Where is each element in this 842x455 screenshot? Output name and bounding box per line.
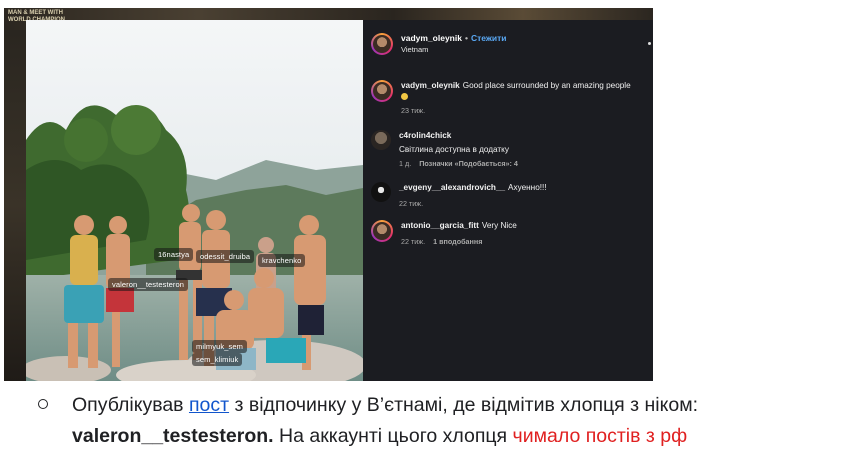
- bullet-circle-icon: [38, 399, 48, 409]
- screenshot: MAN & MEET WITH WORLD CHAMPION: [4, 8, 653, 381]
- smile-emoji-icon: [401, 93, 408, 100]
- post-link[interactable]: пост: [189, 394, 229, 416]
- comment-item: antonio__garcia_fitt Very Nice 22 тиж. 1 в…: [371, 220, 653, 246]
- bullet-paragraph-continuation: valeron__testesteron. На аккаунті цього …: [72, 423, 687, 450]
- comment-text: Good place surrounded by an amazing peop…: [462, 81, 631, 90]
- separator-dot: •: [464, 33, 468, 43]
- post-header: vadym_oleynik • Стежити Vietnam: [371, 33, 507, 55]
- post-sidebar: vadym_oleynik • Стежити Vietnam vadym_oley…: [363, 20, 653, 381]
- comment-text: Світлина доступна в додатку: [399, 145, 509, 154]
- comment-text: Ахуенно!!!: [508, 183, 547, 192]
- photo-tag[interactable]: sem_klimiuk: [192, 353, 243, 366]
- post-photo[interactable]: 16nastya odessit_druiba kravchenko valer…: [26, 20, 363, 381]
- highlight-text: чимало постів з рф: [512, 425, 688, 447]
- avatar[interactable]: [371, 220, 393, 242]
- avatar[interactable]: [371, 33, 393, 55]
- heart-icon[interactable]: [651, 186, 653, 196]
- post-caption: vadym_oleynik Good place surrounded by an…: [371, 80, 653, 115]
- comment-username[interactable]: _evgeny__alexandrovich__: [399, 183, 505, 192]
- slide: MAN & MEET WITH WORLD CHAMPION: [0, 0, 842, 455]
- follow-button[interactable]: Стежити: [471, 33, 507, 43]
- avatar[interactable]: [371, 80, 393, 102]
- caption-text-part1: Опублікував: [72, 394, 189, 416]
- post-author-username[interactable]: vadym_oleynik: [401, 33, 462, 43]
- comment-item: _evgeny__alexandrovich__ Ахуенно!!! 22 ти…: [371, 182, 653, 208]
- photo-tag[interactable]: odessit_druiba: [196, 250, 255, 263]
- comment-item: c4rolin4chick Світлина доступна в додатку…: [371, 130, 653, 168]
- comment-text: Very Nice: [481, 221, 517, 230]
- photo-tag[interactable]: valeron__testesteron: [108, 278, 189, 291]
- post-location[interactable]: Vietnam: [401, 44, 507, 55]
- background-caption-line1: MAN & MEET WITH: [8, 10, 63, 16]
- avatar[interactable]: [371, 182, 391, 202]
- comment-likes[interactable]: Позначки «Подобається»: 4: [419, 159, 518, 168]
- heart-icon[interactable]: [651, 134, 653, 144]
- photo-tag[interactable]: kravchenko: [258, 254, 306, 267]
- photo-scene: [26, 20, 363, 381]
- comment-time[interactable]: 1 д.: [399, 159, 411, 168]
- comment-time[interactable]: 23 тиж.: [401, 106, 425, 115]
- comment-likes[interactable]: 1 вподобання: [433, 237, 482, 246]
- comment-time[interactable]: 22 тиж.: [401, 237, 425, 246]
- bullet-paragraph: Опублікував пост з відпочинку у В’єтнамі…: [38, 392, 698, 419]
- comment-username[interactable]: c4rolin4chick: [399, 130, 646, 141]
- post-author-info: vadym_oleynik • Стежити Vietnam: [401, 33, 507, 55]
- comment-username[interactable]: vadym_oleynik: [401, 81, 460, 90]
- background-left-edge: [4, 30, 26, 381]
- avatar[interactable]: [371, 130, 391, 150]
- more-options-icon[interactable]: [648, 42, 651, 45]
- caption-text-part2: з відпочинку у В’єтнамі, де відмітив хло…: [229, 394, 699, 416]
- caption-text-part3: На аккаунті цього хлопця: [273, 425, 513, 447]
- comment-username[interactable]: antonio__garcia_fitt: [401, 221, 479, 230]
- tagged-nick: valeron__testesteron.: [72, 425, 274, 447]
- photo-tag[interactable]: milmyuk_sem: [192, 340, 247, 353]
- photo-tag[interactable]: 16nastya: [154, 248, 194, 261]
- comment-time[interactable]: 22 тиж.: [399, 199, 423, 208]
